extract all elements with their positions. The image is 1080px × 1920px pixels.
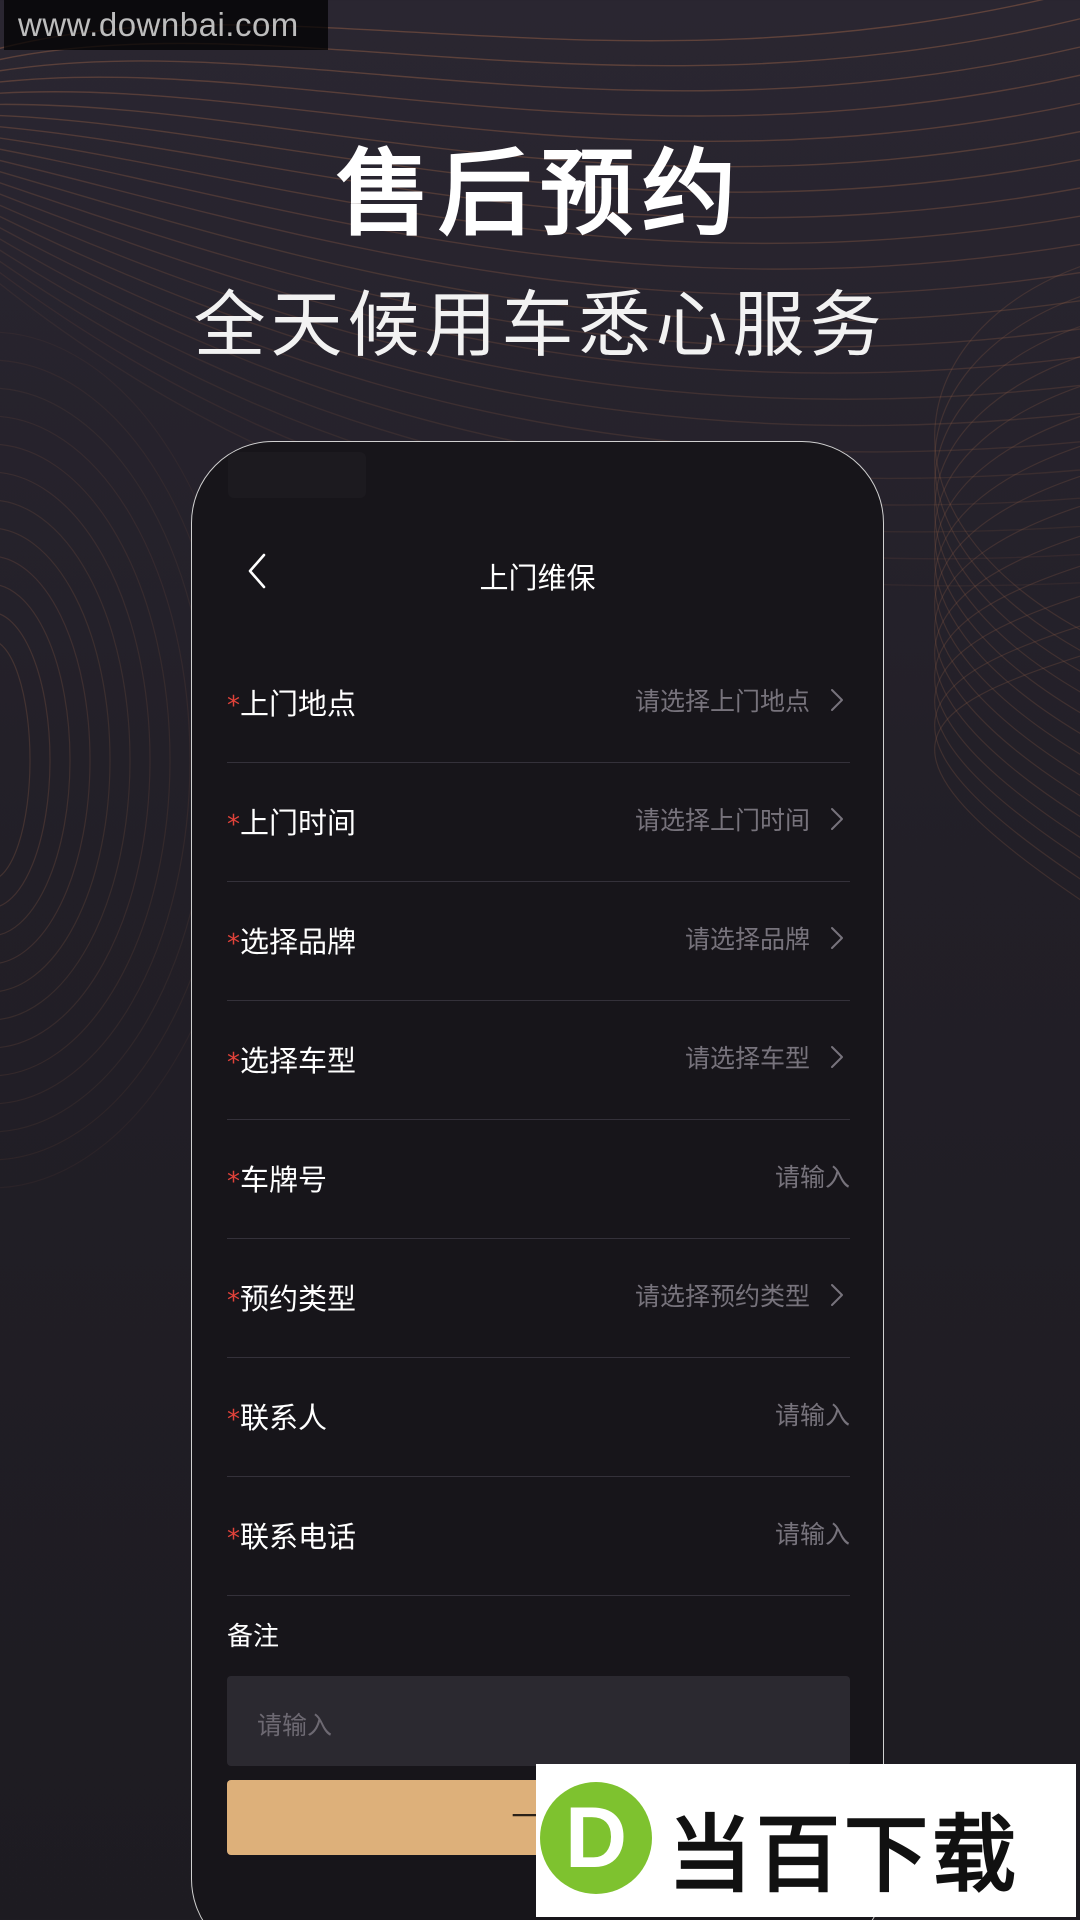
form-row[interactable]: *车牌号 请输入 (227, 1120, 850, 1239)
contour-line (0, 584, 71, 936)
remark-field[interactable] (227, 1676, 850, 1766)
form-row[interactable]: *选择车型 请选择车型 (227, 1001, 850, 1120)
field-select-value[interactable]: 请选择车型 (685, 1039, 810, 1075)
form-row[interactable]: *上门时间 请选择上门时间 (227, 763, 850, 882)
contour-line (934, 415, 1080, 734)
form-row[interactable]: *选择品牌 请选择品牌 (227, 882, 850, 1001)
contour-line (934, 595, 1080, 859)
field-label-text: 联系电话 (240, 1520, 357, 1554)
required-mark: * (227, 929, 240, 959)
chevron-right-icon (831, 808, 843, 830)
field-label: *联系电话 (227, 1514, 356, 1556)
field-label-text: 上门时间 (240, 806, 357, 840)
site-watermark: www.downbai.com (4, 0, 328, 50)
remark-label: 备注 (227, 1622, 280, 1652)
field-label: *选择车型 (227, 1038, 356, 1080)
contour-line (934, 355, 1080, 693)
required-mark: * (227, 1167, 240, 1197)
nav-bar: 上门维保 (192, 537, 883, 607)
field-label-text: 上门地点 (240, 687, 357, 721)
required-mark: * (227, 1048, 240, 1078)
contour-line (0, 74, 1080, 117)
page-title: 上门维保 (479, 561, 596, 595)
phone-mockup: 上门维保 *上门地点 请选择上门地点 *上门时间 请选择上门时间 *选择品牌 请选择品牌 *… (191, 441, 884, 1920)
required-mark: * (227, 1524, 240, 1554)
contour-line (0, 415, 191, 1105)
field-select-value[interactable]: 请选择上门时间 (635, 801, 810, 837)
form-row[interactable]: *预约类型 请选择预约类型 (227, 1239, 850, 1358)
chevron-right-icon (831, 1046, 843, 1068)
contour-line (0, 643, 31, 877)
logo-text: 当百下载 (668, 1806, 1021, 1904)
required-mark: * (227, 691, 240, 721)
contour-line (934, 385, 1080, 714)
field-label-text: 选择车型 (240, 1044, 357, 1078)
field-input-placeholder[interactable]: 请输入 (775, 1158, 850, 1194)
contour-line (934, 505, 1080, 797)
field-label: *选择品牌 (227, 919, 356, 961)
contour-line (934, 326, 1080, 672)
logo-letter: D (564, 1790, 628, 1886)
contour-line (0, 528, 111, 992)
field-label: *车牌号 (227, 1157, 327, 1199)
contour-line (0, 613, 51, 907)
field-label: *联系人 (227, 1395, 327, 1437)
hero-subtitle: 全天候用车悉心服务 (193, 283, 887, 367)
field-label-text: 预约类型 (240, 1282, 357, 1316)
field-label: *上门时间 (227, 800, 356, 842)
contour-line (0, 387, 211, 1133)
field-label-text: 选择品牌 (240, 925, 357, 959)
field-select-value[interactable]: 请选择品牌 (685, 920, 810, 956)
brand-watermark: D 当百下载 (536, 1764, 1076, 1917)
booking-form: *上门地点 请选择上门地点 *上门时间 请选择上门时间 *选择品牌 请选择品牌 *选择车型请… (227, 644, 850, 1596)
field-input-placeholder[interactable]: 请输入 (775, 1515, 850, 1551)
form-row[interactable]: *联系人 请输入 (227, 1358, 850, 1477)
field-select-value[interactable]: 请选择预约类型 (635, 1277, 810, 1313)
required-mark: * (227, 1405, 240, 1435)
contour-line (0, 556, 91, 964)
chevron-right-icon (831, 689, 843, 711)
status-bar (228, 452, 366, 498)
hero-title: 售后预约 (335, 140, 744, 249)
field-label: *上门地点 (227, 681, 356, 723)
field-select-value[interactable]: 请选择上门地点 (635, 682, 810, 718)
contour-line (0, 472, 151, 1048)
field-label-text: 联系人 (240, 1401, 328, 1435)
field-input-placeholder[interactable]: 请输入 (775, 1396, 850, 1432)
field-label-text: 车牌号 (240, 1163, 328, 1197)
remark-input[interactable] (227, 1700, 850, 1750)
chevron-right-icon (831, 1284, 843, 1306)
form-row[interactable]: *联系电话 请输入 (227, 1477, 850, 1596)
field-label: *预约类型 (227, 1276, 356, 1318)
chevron-right-icon (831, 927, 843, 949)
logo-icon: D (540, 1782, 652, 1894)
required-mark: * (227, 810, 240, 840)
form-row[interactable]: *上门地点 请选择上门地点 (227, 644, 850, 763)
required-mark: * (227, 1286, 240, 1316)
